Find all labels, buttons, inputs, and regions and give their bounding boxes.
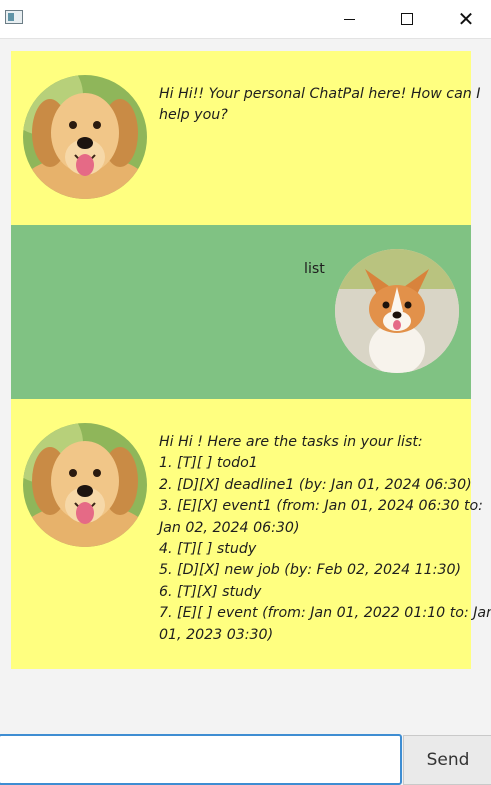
message-line: 4. [T][ ] study — [159, 541, 257, 558]
message-line: 5. [D][X] new job (by: Feb 02, 2024 11:3… — [159, 562, 462, 579]
message-line: 7. [E][ ] event (from: Jan 01, 2022 01:1… — [159, 605, 491, 622]
minimize-icon — [343, 18, 355, 20]
message-line: Hi Hi!! Your personal ChatPal here! How … — [159, 86, 481, 102]
app-window-icon — [5, 10, 23, 24]
close-button[interactable]: ✕ — [437, 0, 491, 38]
message-line: 6. [T][X] study — [159, 583, 262, 600]
bot-dialog-box: Hi Hi!! Your personal ChatPal here! How … — [11, 51, 481, 225]
message-input[interactable] — [0, 734, 402, 785]
bot-message: Hi Hi!! Your personal ChatPal here! How … — [159, 84, 481, 127]
message-line: Hi Hi ! Here are the tasks in your list: — [159, 434, 423, 450]
input-bar: Send — [0, 734, 491, 785]
bot-message: Hi Hi ! Here are the tasks in your list:… — [159, 432, 491, 646]
bot-dialog-box: Hi Hi ! Here are the tasks in your list:… — [11, 399, 491, 669]
title-bar: ✕ — [0, 0, 491, 39]
user-message: list — [304, 259, 325, 280]
message-line: Jan 02, 2024 06:30) — [159, 519, 300, 536]
message-line: 2. [D][X] deadline1 (by: Jan 01, 2024 06… — [159, 476, 472, 493]
message-line: list — [304, 261, 325, 277]
message-line: 01, 2023 03:30) — [159, 626, 274, 643]
maximize-icon — [401, 13, 413, 25]
send-button[interactable]: Send — [403, 735, 491, 785]
bot-avatar — [23, 75, 147, 199]
maximize-button[interactable] — [378, 0, 436, 38]
close-icon: ✕ — [457, 7, 475, 31]
message-line: help you? — [159, 107, 228, 124]
user-dialog-box: list — [11, 225, 471, 399]
user-avatar — [335, 249, 459, 373]
bot-avatar — [23, 423, 147, 547]
minimize-button[interactable] — [320, 0, 378, 38]
message-line: 3. [E][X] event1 (from: Jan 01, 2024 06:… — [159, 498, 483, 515]
message-line: 1. [T][ ] todo1 — [159, 455, 258, 472]
